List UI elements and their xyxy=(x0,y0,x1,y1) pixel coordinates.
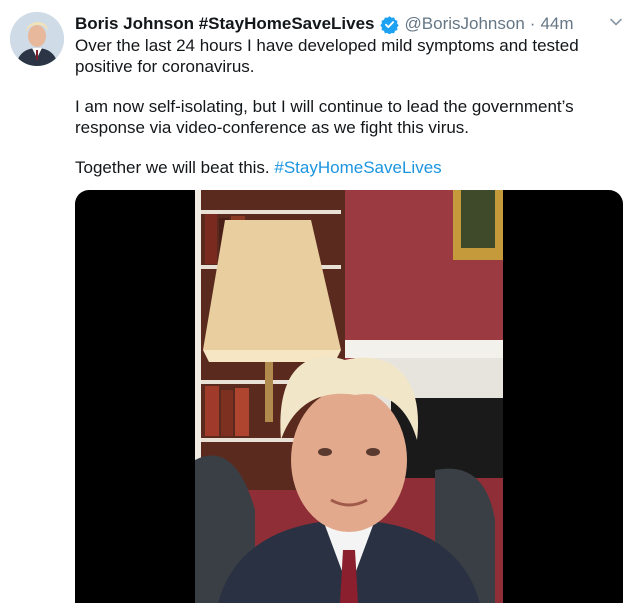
tweet-paragraph-3: Together we will beat this. #StayHomeSav… xyxy=(75,158,615,179)
video-player[interactable] xyxy=(75,190,623,603)
tweet-paragraph-3-text: Together we will beat this. xyxy=(75,158,270,177)
tweet-header: Boris Johnson #StayHomeSaveLives @BorisJ… xyxy=(75,12,600,36)
tweet-card[interactable]: Boris Johnson #StayHomeSaveLives @BorisJ… xyxy=(0,0,640,603)
tweet-paragraph-1: Over the last 24 hours I have developed … xyxy=(75,36,579,76)
handle[interactable]: @BorisJohnson xyxy=(405,13,525,35)
separator-dot: · xyxy=(529,14,536,33)
display-name[interactable]: Boris Johnson #StayHomeSaveLives xyxy=(75,13,375,35)
video-frame xyxy=(195,190,503,603)
verified-badge-icon xyxy=(379,15,399,34)
avatar-photo xyxy=(10,12,64,66)
avatar[interactable] xyxy=(10,12,64,66)
tweet-text: Over the last 24 hours I have developed … xyxy=(75,36,615,199)
timestamp[interactable]: 44m xyxy=(540,13,573,35)
tweet-paragraph-2: I am now self-isolating, but I will cont… xyxy=(75,97,574,137)
video-still-image xyxy=(195,190,503,603)
hashtag-link[interactable]: #StayHomeSaveLives xyxy=(274,158,441,177)
chevron-down-icon[interactable] xyxy=(608,14,624,30)
